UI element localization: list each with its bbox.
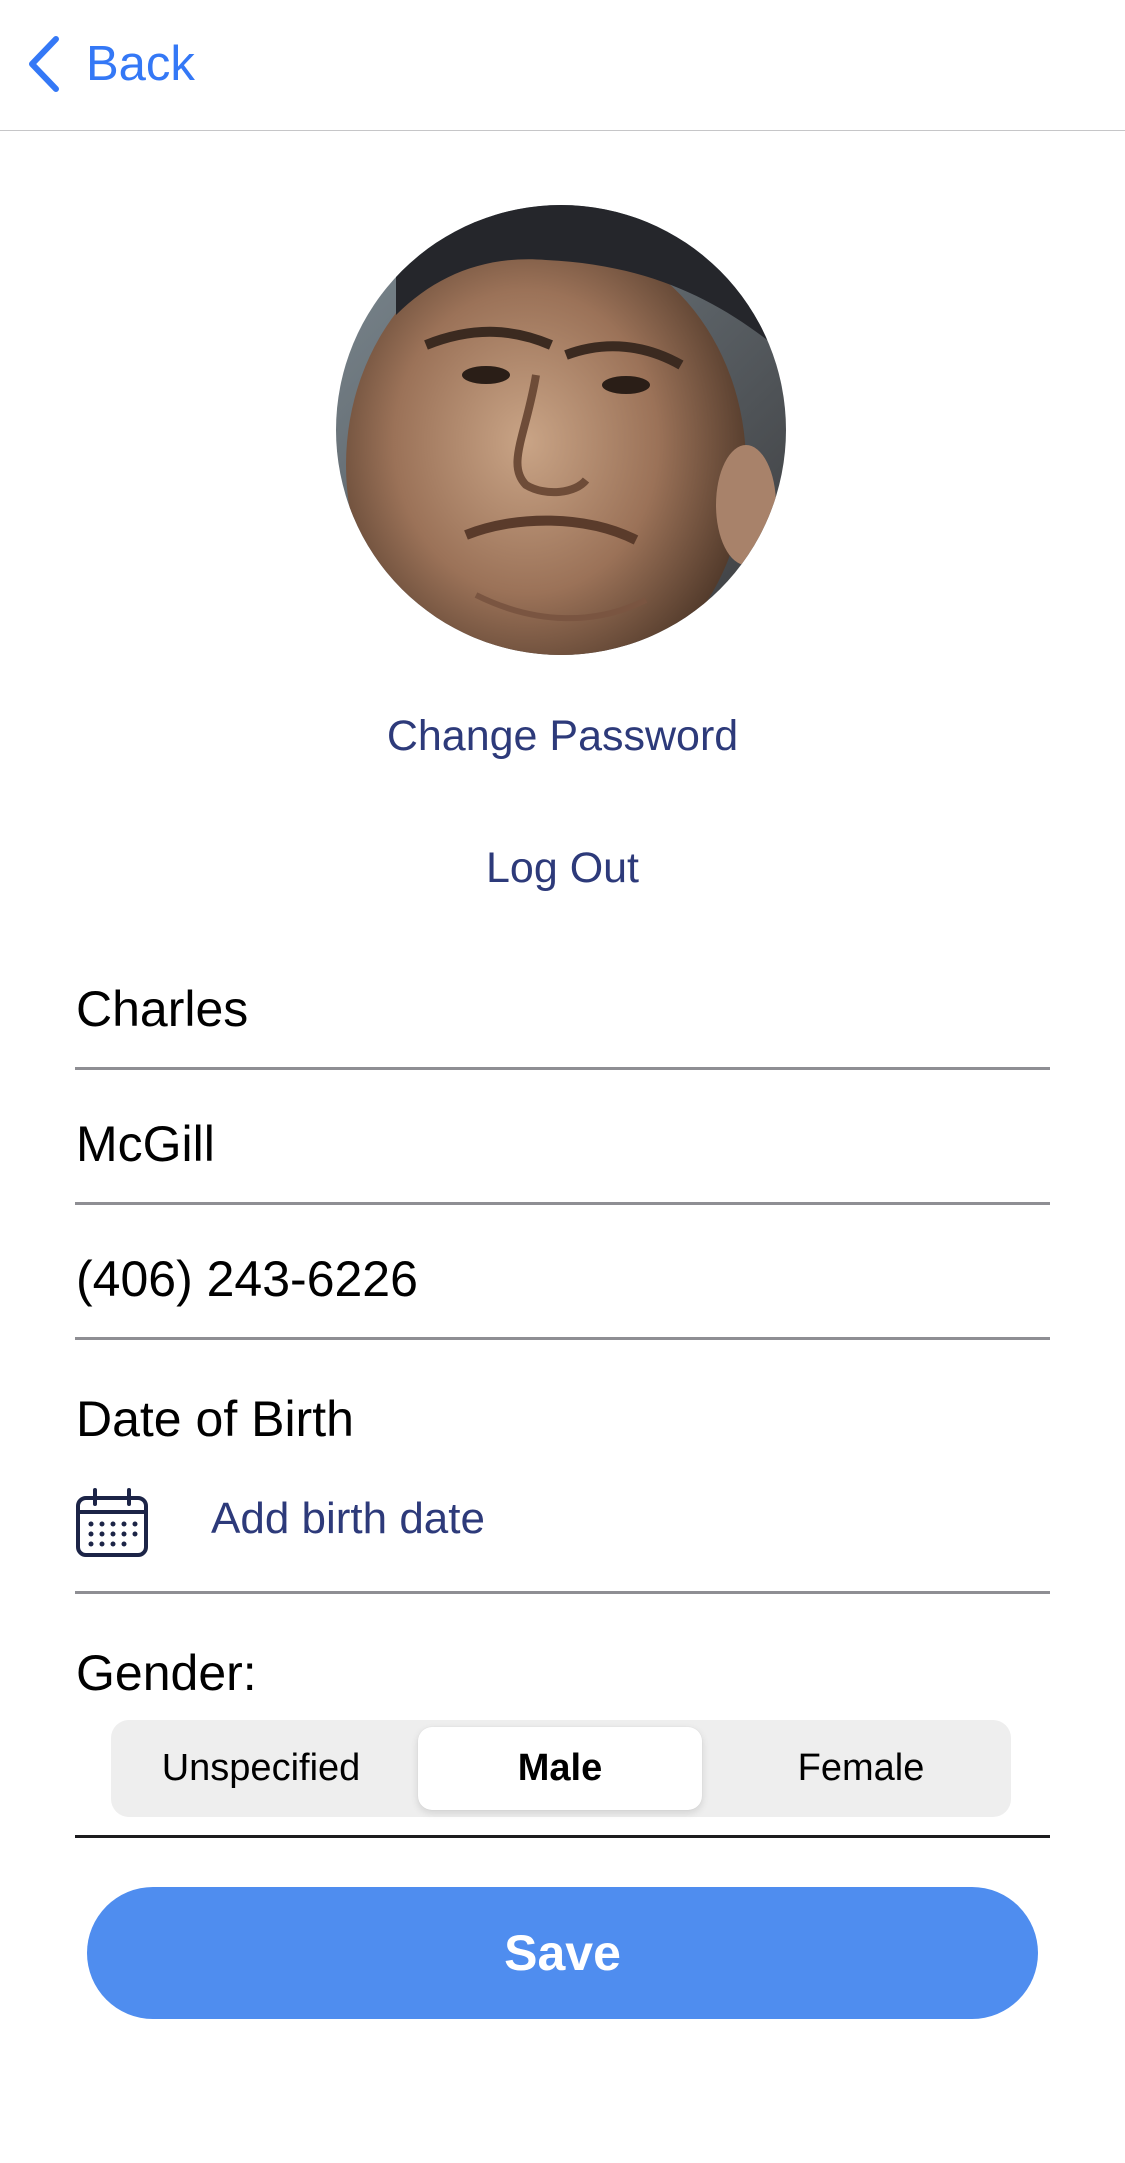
phone-value: (406) 243-6226: [76, 1251, 418, 1307]
gender-option-female[interactable]: Female: [711, 1720, 1011, 1817]
first-name-value: Charles: [76, 981, 249, 1037]
gender-label: Gender:: [76, 1645, 257, 1701]
calendar-icon: [75, 1488, 149, 1563]
log-out-link[interactable]: Log Out: [0, 844, 1125, 893]
navigation-bar: Back: [0, 0, 1125, 131]
last-name-value: McGill: [76, 1116, 215, 1172]
back-label: Back: [86, 37, 195, 91]
date-of-birth-label: Date of Birth: [76, 1391, 354, 1447]
first-name-field[interactable]: Charles: [75, 970, 1050, 1070]
add-birth-date-button[interactable]: Add birth date: [75, 1470, 1050, 1594]
chevron-left-icon: [26, 35, 60, 93]
avatar[interactable]: [336, 205, 786, 655]
save-button[interactable]: Save: [87, 1887, 1038, 2019]
last-name-field[interactable]: McGill: [75, 1105, 1050, 1205]
divider: [75, 1835, 1050, 1838]
gender-segmented-control: Unspecified Male Female: [111, 1720, 1011, 1817]
add-birth-date-label: Add birth date: [211, 1494, 485, 1543]
gender-option-male[interactable]: Male: [418, 1727, 702, 1810]
change-password-link[interactable]: Change Password: [0, 712, 1125, 761]
back-button[interactable]: Back: [26, 34, 195, 94]
phone-field[interactable]: (406) 243-6226: [75, 1240, 1050, 1340]
gender-option-unspecified[interactable]: Unspecified: [111, 1720, 411, 1817]
